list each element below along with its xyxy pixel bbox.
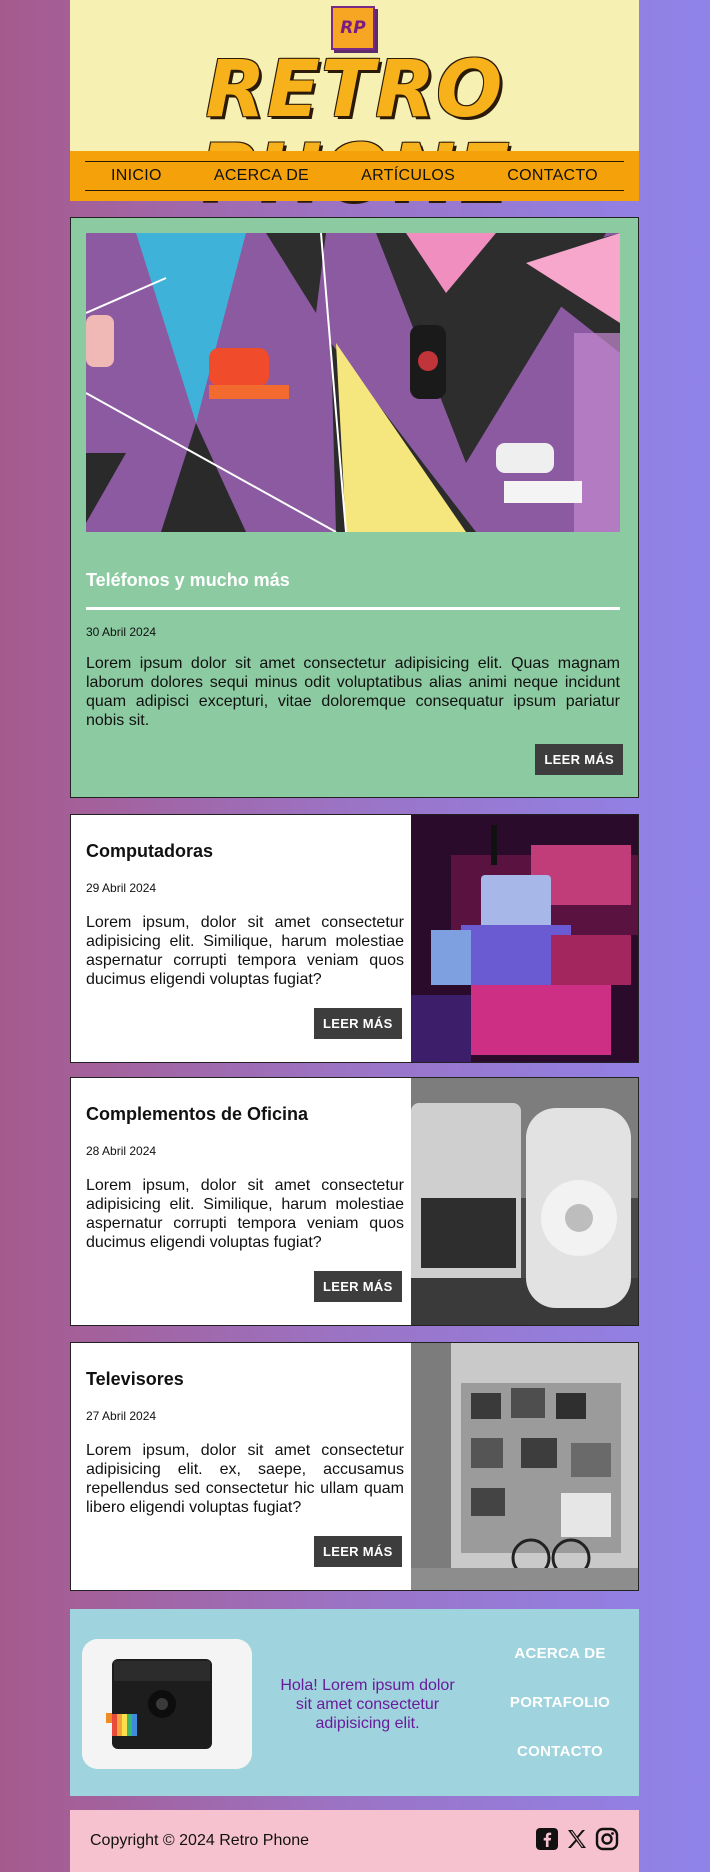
bottom-bar: Copyright © 2024 Retro Phone xyxy=(70,1810,639,1872)
featured-text: Lorem ipsum dolor sit amet consectetur a… xyxy=(86,655,620,729)
read-more-button[interactable]: LEER MÁS xyxy=(314,1536,402,1567)
read-more-button[interactable]: LEER MÁS xyxy=(314,1271,402,1302)
card-text: Lorem ipsum, dolor sit amet consectetur … xyxy=(86,1177,404,1251)
card-title[interactable]: Complementos de Oficina xyxy=(86,1104,308,1125)
read-more-button[interactable]: LEER MÁS xyxy=(314,1008,402,1039)
footer-message: Hola! Lorem ipsum dolor sit amet consect… xyxy=(280,1677,455,1732)
footer-link-acerca-de[interactable]: ACERCA DE xyxy=(500,1645,620,1694)
logo-badge[interactable]: RP xyxy=(331,6,375,50)
social-links xyxy=(535,1827,619,1851)
card-image-computers xyxy=(411,815,638,1062)
featured-read-more-button[interactable]: LEER MÁS xyxy=(535,744,623,775)
instagram-icon[interactable] xyxy=(595,1827,619,1851)
nav-item-contacto[interactable]: CONTACTO xyxy=(507,167,598,185)
featured-date: 30 Abril 2024 xyxy=(86,625,157,639)
footer-link-contacto[interactable]: CONTACTO xyxy=(500,1743,620,1792)
article-card-complementos-oficina: Complementos de Oficina 28 Abril 2024 Lo… xyxy=(70,1077,639,1326)
featured-image xyxy=(86,233,620,532)
featured-title[interactable]: Teléfonos y mucho más xyxy=(86,570,290,591)
facebook-icon[interactable] xyxy=(535,1827,559,1851)
footer-link-portafolio[interactable]: PORTAFOLIO xyxy=(500,1694,620,1743)
card-date: 29 Abril 2024 xyxy=(86,881,157,895)
card-image-office xyxy=(411,1078,638,1325)
card-title[interactable]: Computadoras xyxy=(86,841,213,862)
footer-camera-image xyxy=(82,1639,252,1769)
site-header: RP RETRO PHONE xyxy=(70,0,639,216)
featured-divider xyxy=(86,607,620,610)
nav-item-articulos[interactable]: ARTÍCULOS xyxy=(361,167,455,185)
featured-article: Teléfonos y mucho más 30 Abril 2024 Lore… xyxy=(70,217,639,798)
article-card-computadoras: Computadoras 29 Abril 2024 Lorem ipsum, … xyxy=(70,814,639,1063)
article-card-televisores: Televisores 27 Abril 2024 Lorem ipsum, d… xyxy=(70,1342,639,1591)
main-nav: INICIO ACERCA DE ARTÍCULOS CONTACTO xyxy=(70,151,639,201)
card-date: 28 Abril 2024 xyxy=(86,1144,157,1158)
card-date: 27 Abril 2024 xyxy=(86,1409,157,1423)
footer-links: ACERCA DE PORTAFOLIO CONTACTO xyxy=(500,1645,620,1792)
card-image-televisions xyxy=(411,1343,638,1590)
x-icon[interactable] xyxy=(565,1827,589,1851)
nav-item-acerca-de[interactable]: ACERCA DE xyxy=(214,167,309,185)
site-footer: Hola! Lorem ipsum dolor sit amet consect… xyxy=(70,1609,639,1796)
copyright-text: Copyright © 2024 Retro Phone xyxy=(90,1832,310,1849)
card-title[interactable]: Televisores xyxy=(86,1369,184,1390)
card-text: Lorem ipsum, dolor sit amet consectetur … xyxy=(86,914,404,988)
nav-item-inicio[interactable]: INICIO xyxy=(111,167,162,185)
card-text: Lorem ipsum, dolor sit amet consectetur … xyxy=(86,1442,404,1516)
